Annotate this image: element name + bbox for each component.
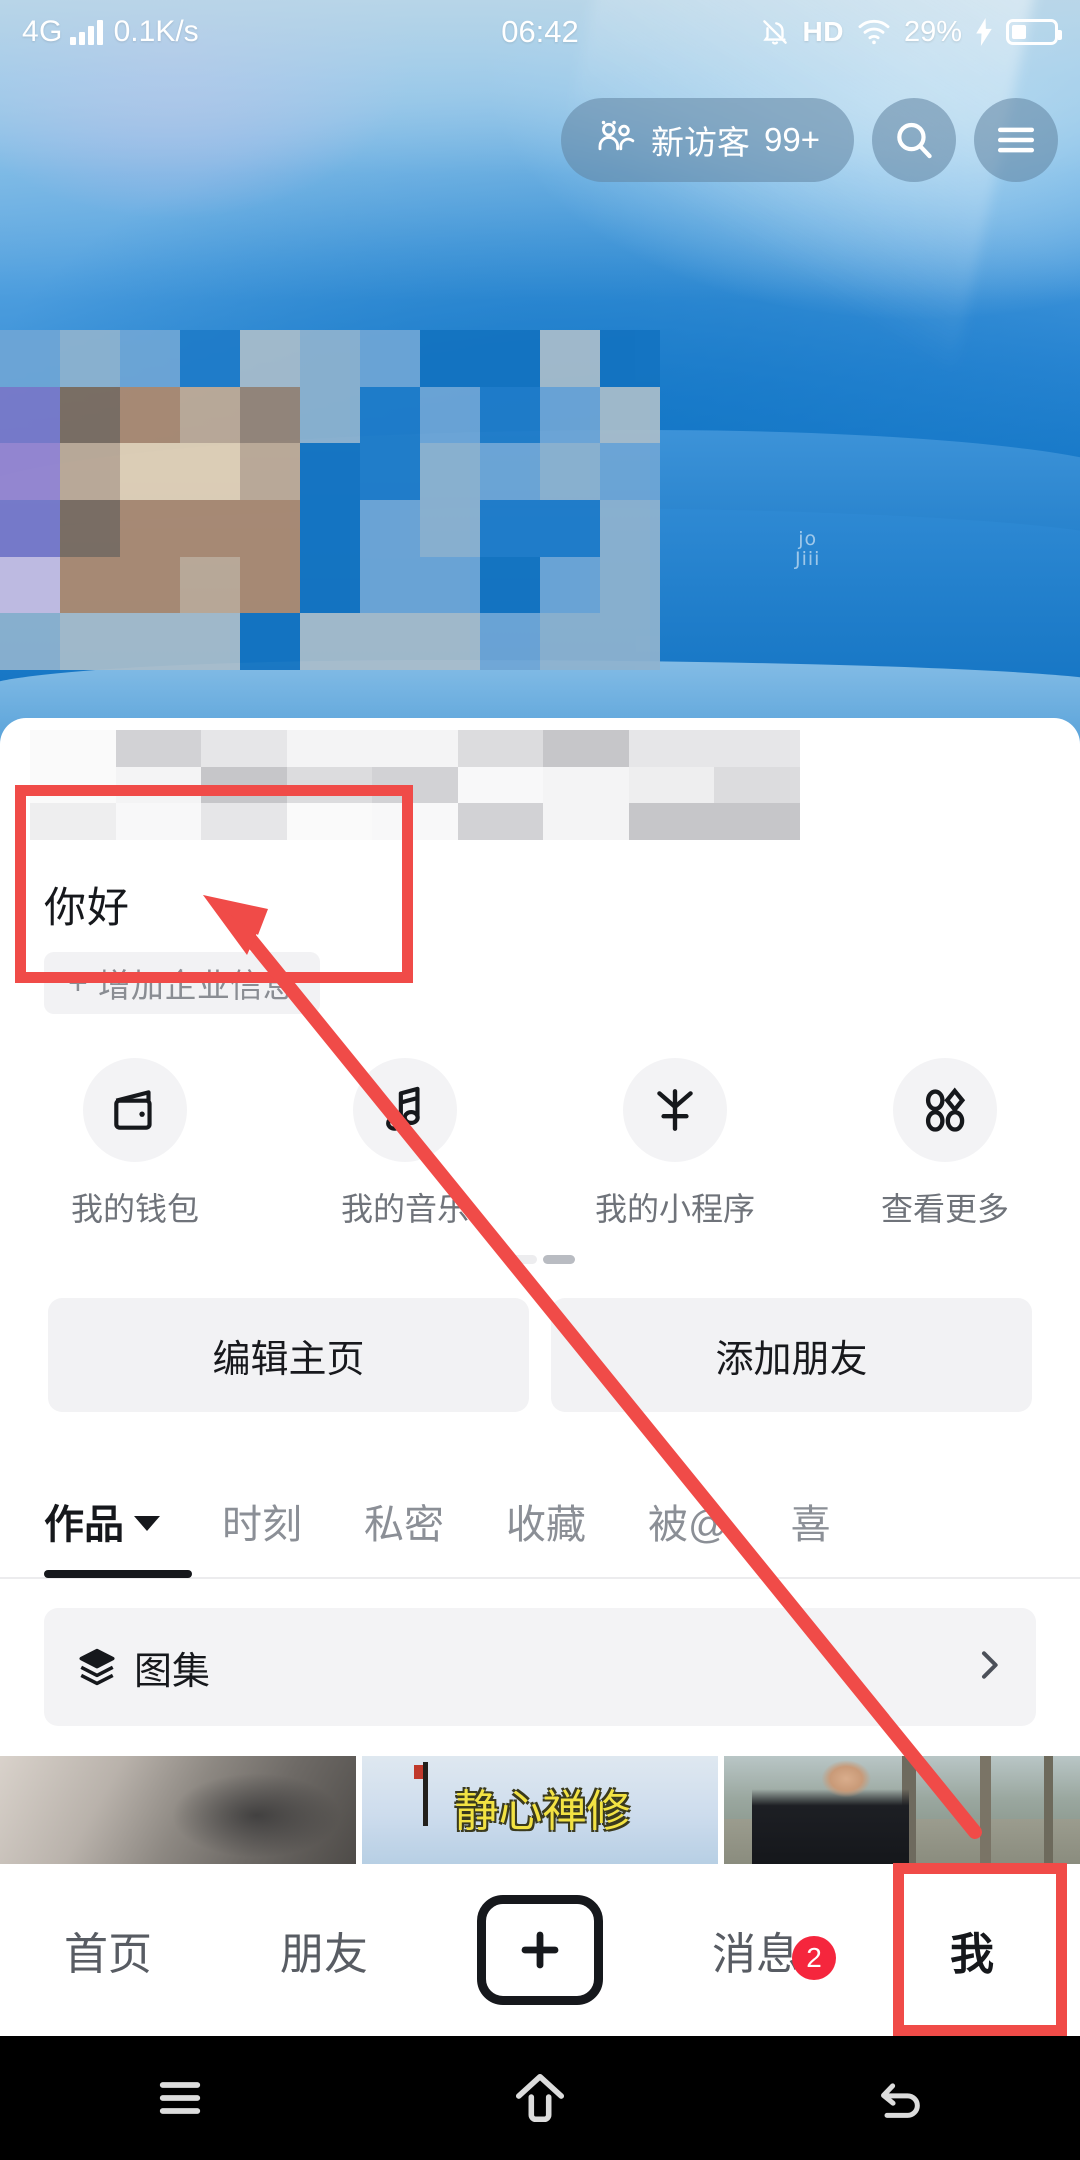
quick-action-miniprogram[interactable]: 我的小程序: [540, 1058, 810, 1230]
grid-apps-icon: [893, 1058, 997, 1162]
page-dot-active: [543, 1255, 575, 1264]
status-bar: 4G 0.1K/s 06:42 HD 29%: [0, 0, 1080, 64]
tab-likes[interactable]: 喜: [791, 1492, 831, 1550]
android-home-button[interactable]: [360, 2071, 720, 2125]
tab-works[interactable]: 作品: [44, 1492, 160, 1550]
bottom-navigation-bar: 首页 朋友 消息 2 我: [0, 1864, 1080, 2036]
network-speed-label: 0.1K/s: [113, 15, 199, 48]
menu-button[interactable]: [974, 98, 1058, 182]
new-visitors-pill[interactable]: 新访客 99+: [561, 98, 854, 182]
active-tab-underline: [44, 1570, 192, 1578]
quick-action-label: 查看更多: [880, 1191, 1009, 1227]
plus-create-icon: [477, 1895, 603, 2005]
bottom-nav-label: 我: [950, 1930, 994, 1979]
battery-percent-label: 29%: [903, 15, 962, 48]
mini-program-icon: [623, 1058, 727, 1162]
phone-screen: jo Jiii 4G 0.1K/s 06:42 HD 29% 新访客 99+ 你…: [0, 0, 1080, 2160]
bottom-nav-friends[interactable]: 朋友: [216, 1918, 432, 1982]
censored-username-mosaic: [30, 730, 800, 840]
quick-action-label: 我的音乐: [340, 1191, 469, 1227]
status-left: 4G 0.1K/s: [22, 15, 199, 49]
bottom-nav-messages[interactable]: 消息 2: [648, 1918, 864, 1982]
search-button[interactable]: [872, 98, 956, 182]
quick-actions-row: 我的钱包 我的音乐 我的小程序 查看更多: [0, 1058, 1080, 1230]
bottom-nav-create[interactable]: [432, 1895, 648, 2005]
quick-action-more[interactable]: 查看更多: [810, 1058, 1080, 1230]
layers-stack-icon: [76, 1646, 118, 1688]
works-thumbnail-grid: 静心禅修: [0, 1756, 1080, 1864]
hamburger-menu-icon: [995, 123, 1037, 157]
tab-moments[interactable]: 时刻: [222, 1492, 302, 1550]
tab-favorites[interactable]: 收藏: [506, 1492, 586, 1550]
album-label: 图集: [134, 1650, 211, 1693]
recents-icon: [154, 2076, 206, 2120]
android-recents-button[interactable]: [0, 2076, 360, 2120]
album-row[interactable]: 图集: [44, 1608, 1036, 1726]
thumb-tree: [1044, 1756, 1054, 1864]
wifi-icon: [857, 18, 891, 46]
content-tabs: 作品 时刻 私密 收藏 被@ 喜: [0, 1462, 1080, 1580]
add-business-info-button[interactable]: + 增加企业信息: [44, 952, 320, 1014]
quick-action-label: 我的小程序: [594, 1191, 755, 1227]
bottom-nav-label: 消息: [712, 1930, 800, 1979]
video-thumbnail[interactable]: [0, 1756, 356, 1864]
network-type-label: 4G: [22, 15, 63, 48]
status-right: HD 29%: [760, 15, 1062, 49]
hd-icon: HD: [802, 16, 844, 47]
tab-mentions[interactable]: 被@: [648, 1492, 729, 1550]
quick-actions-page-indicator: [505, 1255, 575, 1264]
wallet-icon: [83, 1058, 187, 1162]
android-back-button[interactable]: [720, 2073, 1080, 2123]
add-friend-button[interactable]: 添加朋友: [551, 1298, 1032, 1412]
battery-icon: [1006, 19, 1062, 45]
back-icon: [874, 2073, 926, 2123]
signal-bars-icon: [69, 19, 103, 45]
profile-header-actions: 新访客 99+: [561, 98, 1058, 182]
tab-label: 作品: [44, 1503, 124, 1547]
bottom-nav-me[interactable]: 我: [864, 1918, 1080, 1982]
home-icon: [511, 2071, 569, 2125]
thumb-tree: [980, 1756, 992, 1864]
plus-icon: +: [68, 964, 88, 1002]
add-business-info-label: 增加企业信息: [97, 967, 296, 1004]
visitors-group-icon: [595, 120, 637, 160]
thumbnail-overlay-text: 静心禅修: [454, 1786, 631, 1838]
video-thumbnail[interactable]: [724, 1756, 1080, 1864]
cover-watermark: jo Jiii: [795, 528, 821, 570]
tab-private[interactable]: 私密: [364, 1492, 444, 1550]
music-note-icon: [353, 1058, 457, 1162]
calligraphy-scroll: [422, 1762, 428, 1827]
quick-action-label: 我的钱包: [70, 1191, 199, 1227]
thumb-person: [752, 1760, 910, 1864]
new-visitors-count: 99+: [764, 121, 820, 158]
video-thumbnail[interactable]: 静心禅修: [362, 1756, 718, 1864]
bottom-nav-label: 朋友: [280, 1930, 368, 1979]
chevron-right-icon: [974, 1645, 1004, 1690]
profile-action-buttons: 编辑主页 添加朋友: [0, 1298, 1080, 1412]
page-dot-inactive: [505, 1255, 537, 1264]
bottom-nav-label: 首页: [64, 1930, 152, 1979]
charging-bolt-icon: [975, 18, 993, 46]
edit-home-button[interactable]: 编辑主页: [48, 1298, 529, 1412]
bottom-nav-home[interactable]: 首页: [0, 1918, 216, 1982]
cover-mosaic-censor: [0, 330, 660, 670]
quick-action-music[interactable]: 我的音乐: [270, 1058, 540, 1230]
messages-unread-badge: 2: [792, 1936, 836, 1980]
new-visitors-label: 新访客: [651, 124, 751, 161]
search-icon: [892, 118, 936, 162]
mute-bell-icon: [760, 16, 790, 48]
android-system-nav: [0, 2036, 1080, 2160]
quick-action-wallet[interactable]: 我的钱包: [0, 1058, 270, 1230]
profile-nickname: 你好: [44, 884, 131, 931]
chevron-down-icon[interactable]: [134, 1515, 160, 1531]
